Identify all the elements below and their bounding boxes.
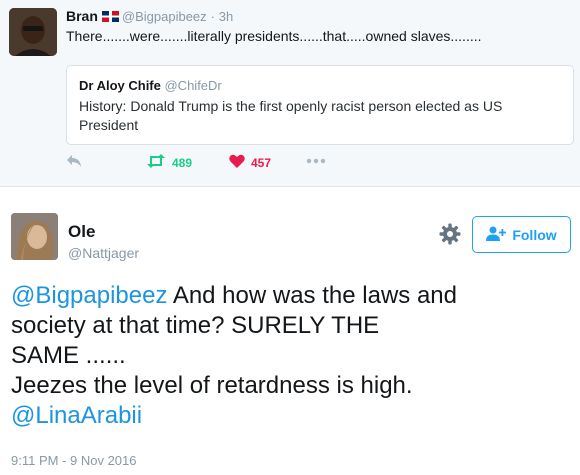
heart-icon [229, 154, 245, 171]
tweet-header: Bran @Bigpapibeez · 3h [66, 8, 233, 25]
time-separator: · [210, 9, 215, 24]
retweet-button[interactable]: 489 [146, 154, 192, 171]
follow-button[interactable]: Follow [472, 216, 571, 253]
avatar[interactable] [11, 213, 58, 260]
follow-person-icon [486, 226, 507, 244]
avatar[interactable] [9, 8, 57, 56]
author-handle[interactable]: @Nattjager [68, 245, 139, 261]
gear-icon[interactable] [438, 222, 462, 246]
flag-icon [101, 9, 119, 25]
retweet-count: 489 [172, 155, 193, 170]
tweet-text: There.......were.......literally preside… [66, 28, 482, 44]
tweet-text-segment: And how was the laws and [167, 282, 457, 309]
reply-icon [66, 154, 82, 171]
tweet-actions: 489 457 [66, 154, 366, 176]
like-button[interactable]: 457 [229, 154, 271, 171]
tweet-line: society at that time? SURELY THE [11, 312, 380, 339]
quoted-header: Dr Aloy Chife @ChifeDr [79, 78, 222, 93]
tweet-line: Jeezes the level of retardness is high. [11, 372, 413, 399]
like-count: 457 [251, 155, 272, 170]
more-button[interactable] [306, 154, 326, 171]
quoted-text: History: Donald Trump is the first openl… [79, 98, 503, 133]
tweet-text: @Bigpapibeez And how was the laws and so… [11, 281, 571, 431]
quoted-author-handle: @ChifeDr [164, 78, 222, 93]
tweet-line: SAME ...... [11, 342, 126, 369]
quoted-tweet[interactable]: Dr Aloy Chife @ChifeDr History: Donald T… [66, 65, 574, 145]
tweet-line: @LinaArabii [11, 401, 571, 431]
quoted-author-name: Dr Aloy Chife [79, 78, 161, 93]
mention-link[interactable]: @Bigpapibeez [11, 282, 167, 309]
mention-link[interactable]: @LinaArabii [11, 402, 142, 429]
reply-button[interactable] [66, 154, 82, 171]
follow-label: Follow [512, 226, 557, 243]
tweet-timestamp[interactable]: 9:11 PM - 9 Nov 2016 [11, 453, 137, 468]
tweet-line: @Bigpapibeez And how was the laws and [11, 281, 571, 311]
more-icon [306, 154, 326, 171]
author-name[interactable]: Ole [68, 222, 95, 242]
tweet-time[interactable]: 3h [219, 9, 233, 24]
author-name[interactable]: Bran [66, 8, 98, 24]
parent-tweet[interactable]: Bran @Bigpapibeez · 3h There.......were..… [0, 0, 580, 187]
retweet-icon [146, 154, 166, 171]
author-handle[interactable]: @Bigpapibeez [122, 9, 207, 24]
